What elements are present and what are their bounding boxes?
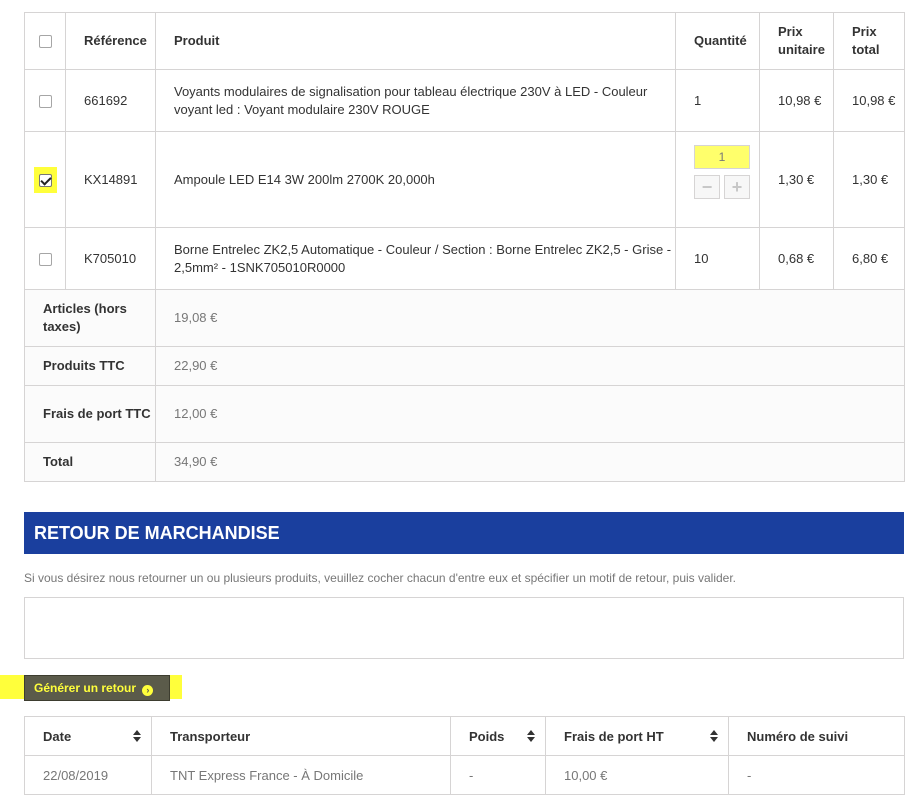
col-carrier: Transporteur bbox=[151, 716, 451, 756]
totals-value: 12,00 € bbox=[155, 385, 905, 443]
totals-value: 19,08 € bbox=[155, 289, 905, 347]
row-total-price: 10,98 € bbox=[833, 69, 905, 132]
returns-section-title: RETOUR DE MARCHANDISE bbox=[24, 512, 904, 554]
row-product: Voyants modulaires de signalisation pour… bbox=[155, 69, 676, 132]
totals-value: 22,90 € bbox=[155, 346, 905, 386]
ship-tracking: - bbox=[728, 755, 905, 795]
row-checkbox[interactable] bbox=[38, 252, 52, 266]
table-row: 661692 Voyants modulaires de signalisati… bbox=[24, 69, 905, 132]
ship-weight: - bbox=[450, 755, 546, 795]
row-product: Borne Entrelec ZK2,5 Automatique - Coule… bbox=[155, 227, 676, 290]
col-product: Produit bbox=[155, 12, 676, 70]
row-unit-price: 1,30 € bbox=[759, 131, 834, 228]
row-product: Ampoule LED E14 3W 200lm 2700K 20,000h bbox=[155, 131, 676, 228]
order-table-header: Référence Produit Quantité Prix unitaire… bbox=[24, 12, 905, 70]
col-tracking: Numéro de suivi bbox=[728, 716, 905, 756]
row-quantity: 1 bbox=[675, 69, 760, 132]
table-row: KX14891 Ampoule LED E14 3W 200lm 2700K 2… bbox=[24, 131, 905, 228]
quantity-minus-button[interactable]: − bbox=[694, 174, 720, 199]
returns-intro-text: Si vous désirez nous retourner un ou plu… bbox=[24, 571, 737, 585]
row-reference: K705010 bbox=[65, 227, 156, 290]
row-unit-price: 0,68 € bbox=[759, 227, 834, 290]
generate-return-label: Générer un retour bbox=[34, 681, 137, 695]
col-date[interactable]: Date bbox=[24, 716, 152, 756]
totals-row: Produits TTC 22,90 € bbox=[24, 346, 905, 386]
shipping-table: Date Transporteur Poids Frais de port HT… bbox=[24, 716, 905, 795]
shipping-table-header: Date Transporteur Poids Frais de port HT… bbox=[24, 716, 905, 756]
row-reference: KX14891 bbox=[65, 131, 156, 228]
table-row: K705010 Borne Entrelec ZK2,5 Automatique… bbox=[24, 227, 905, 290]
sort-icon[interactable] bbox=[133, 729, 141, 743]
totals-label: Total bbox=[24, 442, 156, 482]
totals-row: Frais de port TTC 12,00 € bbox=[24, 385, 905, 443]
row-quantity: 10 bbox=[675, 227, 760, 290]
select-all-checkbox[interactable] bbox=[38, 35, 52, 49]
sort-icon[interactable] bbox=[527, 729, 535, 743]
col-unit-price: Prix unitaire bbox=[759, 12, 834, 70]
table-row: 22/08/2019 TNT Express France - À Domici… bbox=[24, 755, 905, 795]
totals-row: Total 34,90 € bbox=[24, 442, 905, 482]
ship-cost: 10,00 € bbox=[545, 755, 729, 795]
col-shipping-cost[interactable]: Frais de port HT bbox=[545, 716, 729, 756]
checkbox-highlight bbox=[33, 166, 57, 193]
order-table: Référence Produit Quantité Prix unitaire… bbox=[24, 12, 905, 482]
row-checkbox[interactable] bbox=[38, 173, 52, 187]
totals-label: Articles (hors taxes) bbox=[24, 289, 156, 347]
totals-label: Frais de port TTC bbox=[24, 385, 156, 443]
row-total-price: 1,30 € bbox=[833, 131, 905, 228]
sort-icon[interactable] bbox=[710, 729, 718, 743]
ship-date: 22/08/2019 bbox=[24, 755, 152, 795]
totals-label: Produits TTC bbox=[24, 346, 156, 386]
quantity-stepper: 1 − + bbox=[694, 144, 758, 215]
totals-row: Articles (hors taxes) 19,08 € bbox=[24, 289, 905, 347]
row-unit-price: 10,98 € bbox=[759, 69, 834, 132]
col-total-price: Prix total bbox=[833, 12, 905, 70]
return-reason-textarea[interactable] bbox=[24, 597, 904, 659]
select-all-cell bbox=[24, 12, 66, 70]
col-reference: Référence bbox=[65, 12, 156, 70]
row-reference: 661692 bbox=[65, 69, 156, 132]
totals-value: 34,90 € bbox=[155, 442, 905, 482]
chevron-right-circle-icon: › bbox=[142, 685, 154, 696]
col-quantity: Quantité bbox=[675, 12, 760, 70]
return-quantity-input[interactable]: 1 bbox=[694, 144, 750, 169]
generate-return-button[interactable]: Générer un retour › bbox=[24, 675, 170, 701]
row-checkbox[interactable] bbox=[38, 94, 52, 108]
ship-carrier: TNT Express France - À Domicile bbox=[151, 755, 451, 795]
row-total-price: 6,80 € bbox=[833, 227, 905, 290]
col-weight[interactable]: Poids bbox=[450, 716, 546, 756]
quantity-plus-button[interactable]: + bbox=[724, 174, 750, 199]
